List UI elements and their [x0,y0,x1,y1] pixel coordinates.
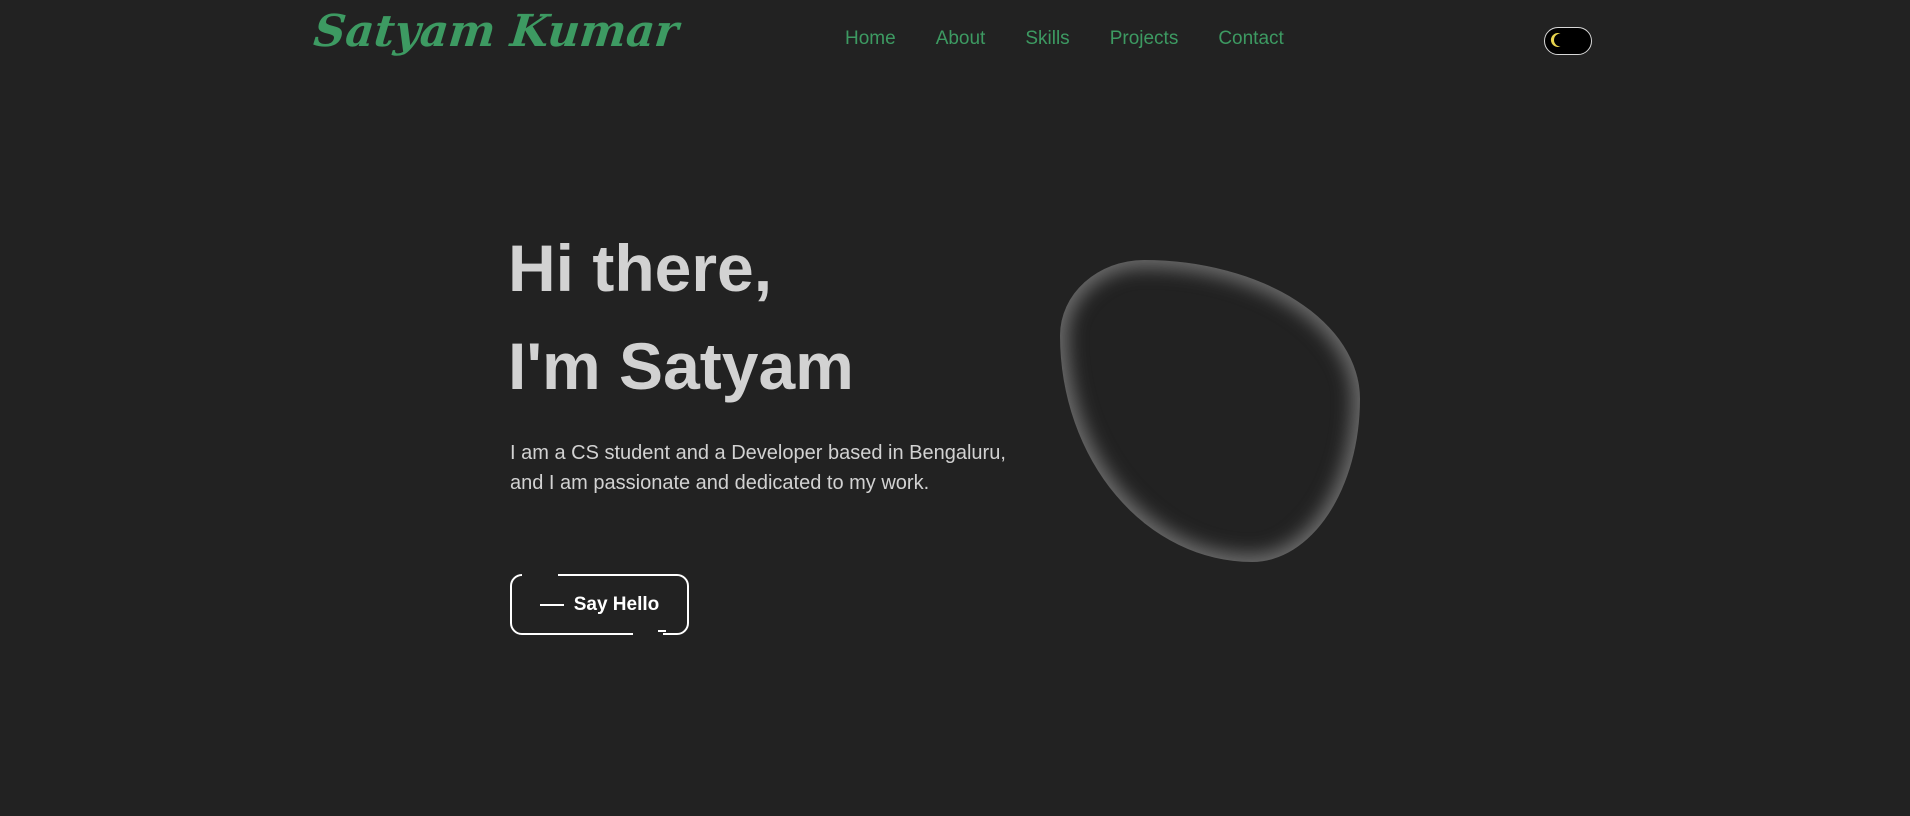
border-tick [658,630,666,632]
hero-greeting: Hi there, [508,231,773,305]
profile-image-blob [1060,260,1360,562]
hero-name: I'm Satyam [508,329,854,403]
nav-projects-link[interactable]: Projects [1110,28,1179,50]
moon-icon [1550,33,1561,47]
nav-about-link[interactable]: About [936,28,986,50]
border-gap [633,632,663,636]
main-nav: Home About Skills Projects Contact [845,28,1284,50]
page: Satyam Kumar Home About Skills Projects … [0,0,1910,816]
site-logo[interactable]: Satyam Kumar [311,6,680,57]
theme-toggle[interactable] [1544,27,1592,55]
say-hello-label: Say Hello [573,593,660,615]
border-gap [522,573,558,577]
dash-icon [539,603,564,606]
nav-home-link[interactable]: Home [845,28,896,50]
nav-contact-link[interactable]: Contact [1218,28,1283,50]
hero-intro: I am a CS student and a Developer based … [510,442,1006,494]
nav-skills-link[interactable]: Skills [1025,28,1069,50]
say-hello-button[interactable]: Say Hello [510,573,689,636]
